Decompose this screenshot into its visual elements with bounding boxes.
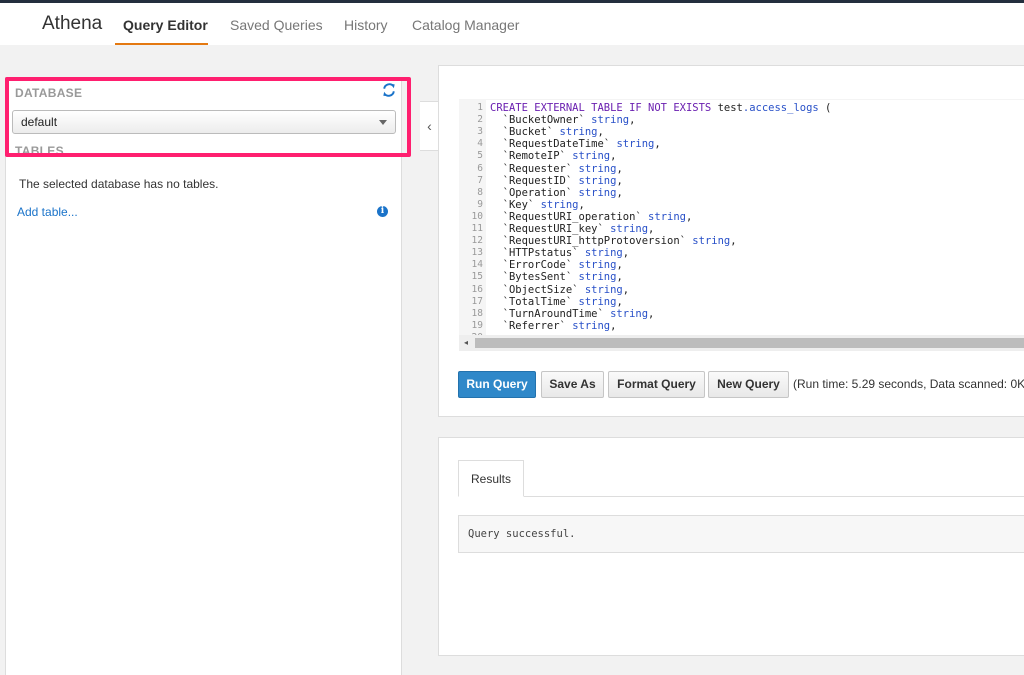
- line-number: 9: [477, 198, 483, 210]
- line-number: 19: [471, 319, 483, 331]
- database-select[interactable]: default: [12, 110, 396, 134]
- database-label: DATABASE: [15, 86, 83, 100]
- code-text: `Key` string,: [490, 198, 585, 211]
- tables-label: TABLES: [15, 144, 64, 154]
- code-text: `Bucket` string,: [490, 126, 604, 139]
- code-text: `BucketOwner` string,: [490, 114, 636, 127]
- no-tables-message: The selected database has no tables.: [19, 177, 219, 191]
- results-message: Query successful.: [458, 515, 1024, 553]
- code-text: `TotalTime` string,: [490, 295, 623, 308]
- format-query-button[interactable]: Format Query: [608, 371, 705, 398]
- line-number: 8: [477, 186, 483, 198]
- code-text: `RequestDateTime` string,: [490, 138, 661, 151]
- info-icon[interactable]: i: [377, 206, 388, 217]
- line-number: 5: [477, 150, 483, 162]
- run-query-button[interactable]: Run Query: [458, 371, 536, 398]
- scroll-left-icon[interactable]: ◂: [459, 335, 473, 351]
- results-panel: Results Query successful.: [438, 437, 1024, 656]
- tab-history[interactable]: History: [344, 17, 388, 33]
- line-number: 15: [471, 271, 483, 283]
- line-number: 14: [471, 259, 483, 271]
- tab-query-editor[interactable]: Query Editor: [123, 17, 208, 33]
- app-brand: Athena: [42, 13, 103, 34]
- code-text: `HTTPstatus` string,: [490, 247, 630, 260]
- code-text: `Referrer` string,: [490, 319, 617, 332]
- code-text: `RemoteIP` string,: [490, 150, 617, 163]
- query-editor-panel: 1 CREATE EXTERNAL TABLE IF NOT EXISTS tes…: [438, 65, 1024, 417]
- save-as-button[interactable]: Save As: [541, 371, 604, 398]
- line-number: 1: [477, 102, 483, 113]
- line-number: 3: [477, 126, 483, 138]
- line-number: 2: [477, 114, 483, 126]
- run-stats: (Run time: 5.29 seconds, Data scanned: 0…: [793, 377, 1024, 391]
- horizontal-scrollbar[interactable]: ◂: [459, 335, 1024, 351]
- code-text: `ObjectSize` string,: [490, 283, 630, 296]
- collapse-sidebar-button[interactable]: ‹: [420, 101, 440, 151]
- caret-down-icon: [379, 120, 387, 125]
- code-text: `TurnAroundTime` string,: [490, 307, 655, 320]
- line-number: 4: [477, 138, 483, 150]
- tab-saved-queries[interactable]: Saved Queries: [230, 17, 323, 33]
- line-number: 18: [471, 307, 483, 319]
- line-number: 11: [471, 223, 483, 234]
- code-text: `RequestURI_key` string,: [490, 223, 655, 235]
- sql-editor[interactable]: 1 CREATE EXTERNAL TABLE IF NOT EXISTS tes…: [459, 99, 1024, 351]
- code-text: `RequestURI_httpProtoversion` string,: [490, 235, 737, 248]
- code-text: `Operation` string,: [490, 186, 623, 199]
- chevron-left-icon: ‹: [427, 118, 432, 134]
- database-sidebar: DATABASE default TABLES The selected dat…: [5, 77, 402, 675]
- add-table-link[interactable]: Add table...: [17, 205, 78, 219]
- line-number: 12: [471, 235, 483, 247]
- refresh-icon[interactable]: [382, 83, 396, 97]
- line-number: 6: [477, 162, 483, 174]
- active-tab-indicator: [115, 43, 208, 45]
- line-number: 17: [471, 295, 483, 307]
- tab-catalog-manager[interactable]: Catalog Manager: [412, 17, 519, 33]
- code-text: `Requester` string,: [490, 162, 623, 175]
- line-number: 13: [471, 247, 483, 259]
- line-number: 7: [477, 174, 483, 186]
- tab-results[interactable]: Results: [458, 460, 524, 497]
- code-text: CREATE EXTERNAL TABLE IF NOT EXISTS test…: [490, 102, 832, 114]
- database-select-value: default: [21, 115, 58, 129]
- code-text: `RequestID` string,: [490, 174, 623, 187]
- code-text: `BytesSent` string,: [490, 271, 623, 284]
- line-number: 10: [471, 210, 483, 222]
- code-text: `ErrorCode` string,: [490, 259, 623, 272]
- scrollbar-thumb[interactable]: [475, 338, 1024, 348]
- top-navigation: Athena Query Editor Saved Queries Histor…: [0, 3, 1024, 45]
- new-query-button[interactable]: New Query: [708, 371, 789, 398]
- tab-divider: [458, 496, 1024, 497]
- line-number: 16: [471, 283, 483, 295]
- code-text: `RequestURI_operation` string,: [490, 210, 693, 223]
